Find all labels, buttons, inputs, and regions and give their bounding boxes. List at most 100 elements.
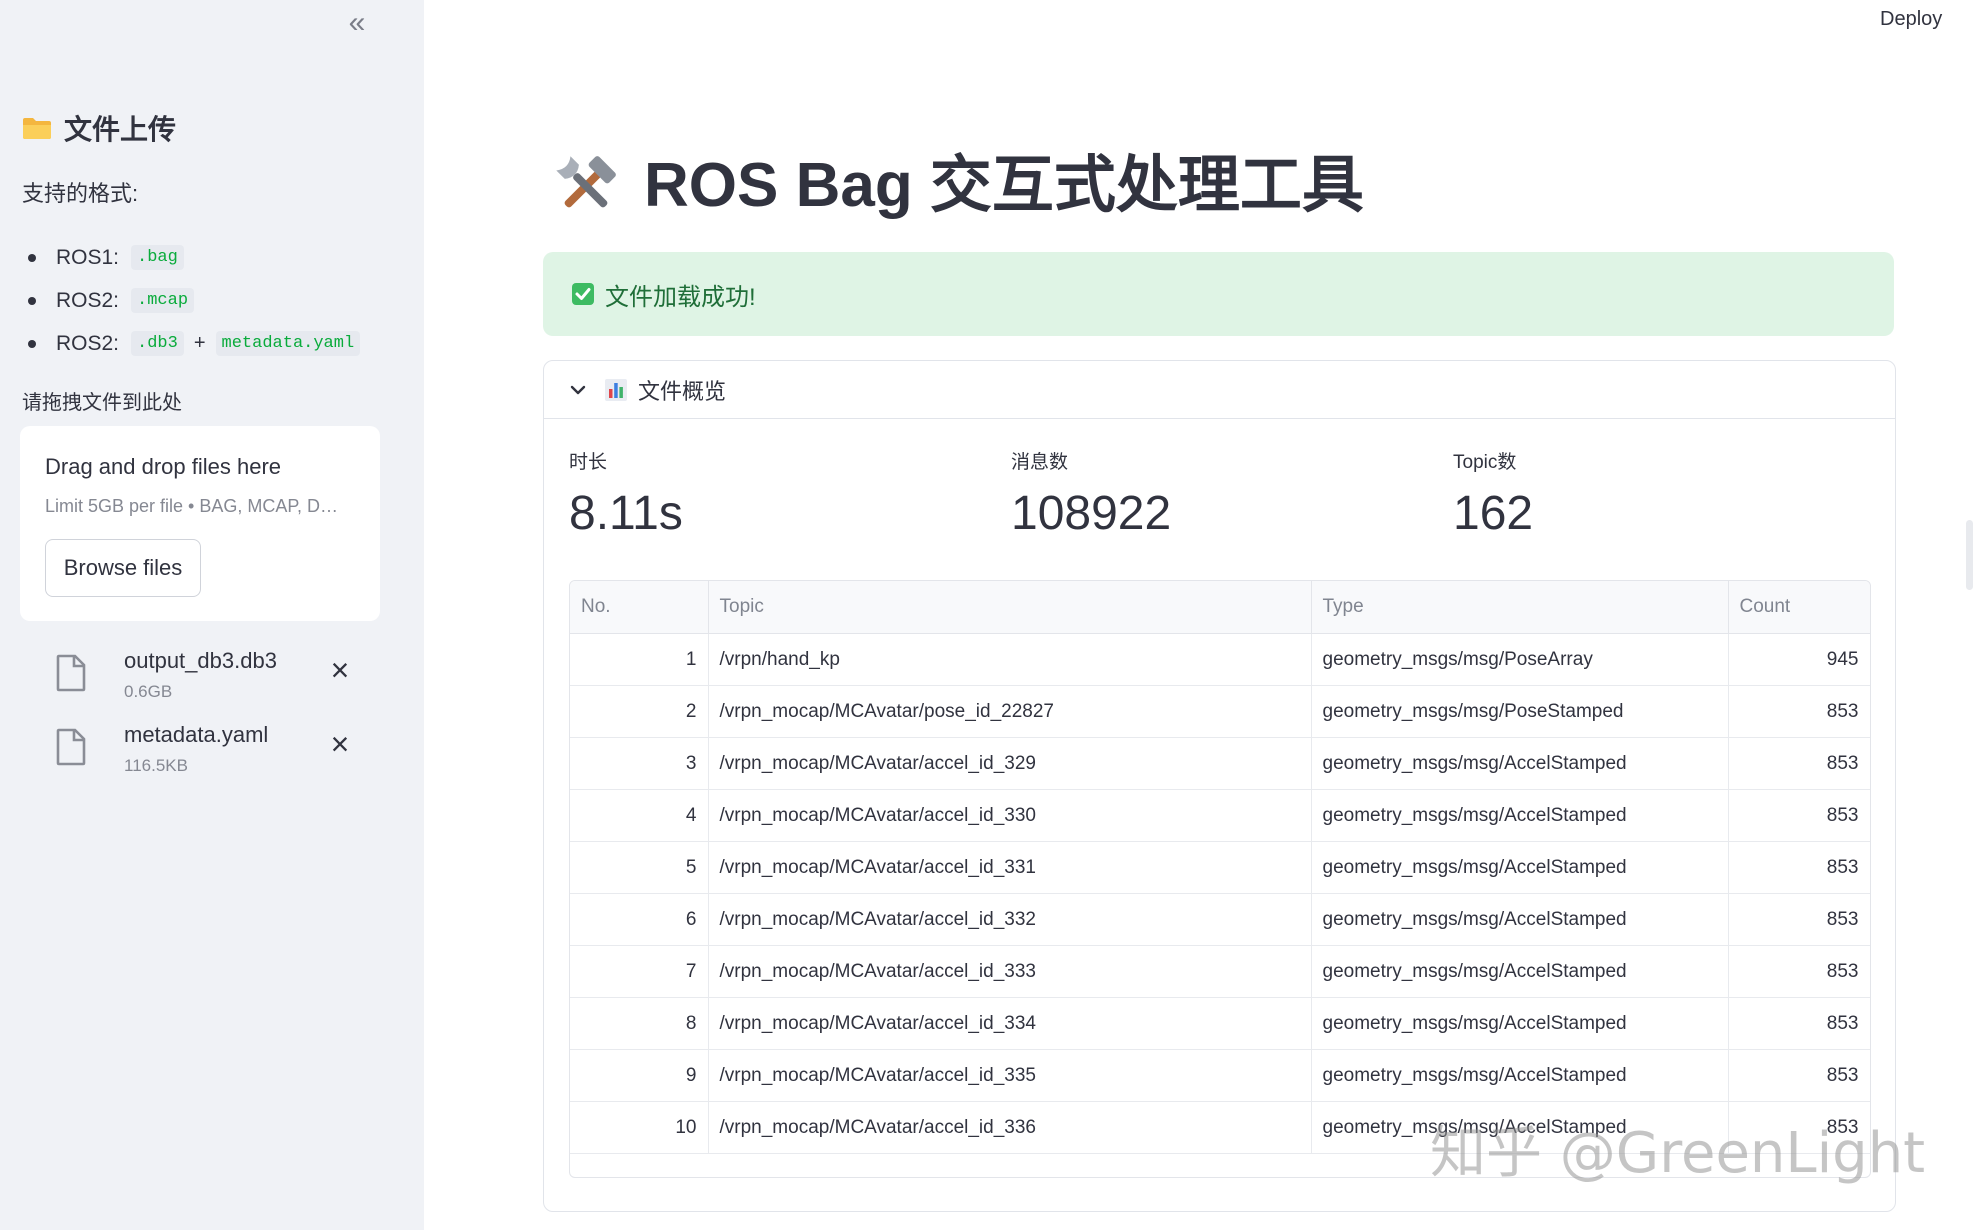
formats-list: ROS1: .bag ROS2: .mcap ROS2: .db3 + meta… — [22, 236, 361, 365]
type-cell: geometry_msgs/msg/AccelStamped — [1311, 737, 1729, 790]
type-cell: geometry_msgs/msg/PoseStamped — [1311, 685, 1729, 738]
format-label: ROS2: — [56, 288, 120, 312]
metric-value: 8.11s — [569, 487, 683, 540]
close-icon[interactable]: × — [324, 728, 356, 760]
metric-duration: 时长 8.11s — [569, 447, 683, 541]
row-number-cell: 6 — [570, 893, 709, 946]
sidebar-title: 文件上传 — [64, 114, 177, 145]
metric-label: 消息数 — [1011, 452, 1069, 473]
count-cell: 853 — [1728, 841, 1870, 894]
row-number-cell: 1 — [570, 633, 709, 686]
topic-cell: /vrpn_mocap/MCAvatar/accel_id_330 — [708, 789, 1312, 842]
page-title: ROS Bag 交互式处理工具 — [550, 148, 1364, 224]
table-row[interactable]: 9/vrpn_mocap/MCAvatar/accel_id_335 geomet… — [570, 1049, 1870, 1102]
formats-heading: 支持的格式: — [22, 181, 139, 206]
row-number-cell: 4 — [570, 789, 709, 842]
metric-value: 162 — [1453, 487, 1534, 540]
count-cell: 853 — [1728, 789, 1870, 842]
column-header[interactable]: Count — [1728, 581, 1870, 634]
row-number-cell: 7 — [570, 945, 709, 998]
topic-cell: /vrpn_mocap/MCAvatar/accel_id_336 — [708, 1101, 1312, 1154]
double-chevron-left-icon[interactable]: « — [340, 6, 374, 40]
metric-label: Topic数 — [1453, 452, 1517, 473]
deploy-button[interactable]: Deploy — [1880, 8, 1942, 31]
file-size: 116.5KB — [124, 756, 188, 775]
sidebar-header: 文件上传 — [22, 108, 176, 148]
expander-title: 文件概览 — [638, 378, 727, 404]
row-number-cell: 8 — [570, 997, 709, 1050]
row-number-cell: 2 — [570, 685, 709, 738]
metric-message-count: 消息数 108922 — [1011, 447, 1171, 541]
row-number-cell: 10 — [570, 1101, 709, 1154]
drop-label: 请拖拽文件到此处 — [22, 392, 182, 414]
count-cell: 853 — [1728, 893, 1870, 946]
type-cell: geometry_msgs/msg/AccelStamped — [1311, 1101, 1729, 1154]
table-row[interactable]: 1/vrpn/hand_kp geometry_msgs/msg/PoseArra… — [570, 633, 1870, 686]
table-row[interactable]: 8/vrpn_mocap/MCAvatar/accel_id_334 geomet… — [570, 997, 1870, 1050]
type-cell: geometry_msgs/msg/AccelStamped — [1311, 997, 1729, 1050]
table-row[interactable]: 6/vrpn_mocap/MCAvatar/accel_id_332 geomet… — [570, 893, 1870, 946]
type-cell: geometry_msgs/msg/AccelStamped — [1311, 945, 1729, 998]
count-cell: 853 — [1728, 737, 1870, 790]
dropzone-limit: Limit 5GB per file • BAG, MCAP, D… — [45, 496, 339, 516]
format-code: .mcap — [131, 288, 195, 313]
topic-cell: /vrpn_mocap/MCAvatar/accel_id_331 — [708, 841, 1312, 894]
table-row[interactable]: 4/vrpn_mocap/MCAvatar/accel_id_330 geomet… — [570, 789, 1870, 842]
folder-icon — [23, 118, 51, 139]
scrollbar[interactable] — [1966, 520, 1973, 590]
table-header-row: No. Topic Type Count — [570, 581, 1870, 634]
check-icon — [572, 283, 594, 305]
format-code: metadata.yaml — [215, 331, 361, 356]
table-row[interactable]: 2/vrpn_mocap/MCAvatar/pose_id_22827 geome… — [570, 685, 1870, 738]
dropzone-title: Drag and drop files here — [45, 454, 282, 479]
table-row[interactable]: 5/vrpn_mocap/MCAvatar/accel_id_331 geomet… — [570, 841, 1870, 894]
type-cell: geometry_msgs/msg/AccelStamped — [1311, 1049, 1729, 1102]
format-code: .bag — [131, 245, 184, 270]
count-cell: 853 — [1728, 997, 1870, 1050]
file-name: output_db3.db3 — [124, 648, 277, 673]
success-alert: 文件加载成功! — [543, 252, 1894, 336]
page-title-text: ROS Bag 交互式处理工具 — [644, 151, 1364, 220]
file-icon — [56, 654, 86, 692]
format-label: ROS2: — [56, 331, 120, 355]
metric-value: 108922 — [1011, 487, 1172, 540]
success-message: 文件加载成功! — [605, 283, 756, 311]
file-icon — [56, 728, 86, 766]
table-row[interactable]: 10/vrpn_mocap/MCAvatar/accel_id_336 geome… — [570, 1101, 1870, 1154]
file-name: metadata.yaml — [124, 722, 269, 747]
topic-cell: /vrpn_mocap/MCAvatar/accel_id_334 — [708, 997, 1312, 1050]
column-header[interactable]: Topic — [708, 581, 1312, 634]
uploaded-file: metadata.yaml 116.5KB × — [56, 718, 366, 782]
uploaded-file: output_db3.db3 0.6GB × — [56, 644, 366, 708]
metric-topic-count: Topic数 162 — [1453, 447, 1533, 541]
type-cell: geometry_msgs/msg/AccelStamped — [1311, 893, 1729, 946]
list-item: ROS1: .bag — [22, 236, 360, 279]
topic-cell: /vrpn_mocap/MCAvatar/accel_id_332 — [708, 893, 1312, 946]
expander-header[interactable]: 文件概览 — [544, 361, 1895, 419]
format-code: .db3 — [131, 331, 184, 356]
format-joiner: + — [193, 332, 206, 354]
topics-table[interactable]: No. Topic Type Count 1/vrpn/hand_kp geome… — [569, 580, 1871, 1178]
column-header[interactable]: Type — [1311, 581, 1729, 634]
topic-cell: /vrpn_mocap/MCAvatar/accel_id_329 — [708, 737, 1312, 790]
file-size: 0.6GB — [124, 682, 173, 701]
close-icon[interactable]: × — [324, 654, 356, 686]
list-item: ROS2: .mcap — [22, 279, 360, 322]
topic-cell: /vrpn_mocap/MCAvatar/accel_id_335 — [708, 1049, 1312, 1102]
tools-icon — [556, 156, 616, 208]
type-cell: geometry_msgs/msg/AccelStamped — [1311, 789, 1729, 842]
chevron-down-icon — [570, 385, 586, 394]
count-cell: 853 — [1728, 945, 1870, 998]
browse-files-button[interactable]: Browse files — [45, 539, 201, 597]
table-row[interactable]: 3/vrpn_mocap/MCAvatar/accel_id_329 geomet… — [570, 737, 1870, 790]
count-cell: 853 — [1728, 1101, 1870, 1154]
count-cell: 853 — [1728, 685, 1870, 738]
table-row[interactable]: 7/vrpn_mocap/MCAvatar/accel_id_333 geomet… — [570, 945, 1870, 998]
type-cell: geometry_msgs/msg/AccelStamped — [1311, 841, 1729, 894]
column-header[interactable]: No. — [570, 581, 709, 634]
file-dropzone[interactable]: Drag and drop files here Limit 5GB per f… — [20, 426, 380, 621]
format-label: ROS1: — [56, 245, 120, 269]
list-item: ROS2: .db3 + metadata.yaml — [22, 322, 361, 365]
count-cell: 853 — [1728, 1049, 1870, 1102]
topic-cell: /vrpn/hand_kp — [708, 633, 1312, 686]
